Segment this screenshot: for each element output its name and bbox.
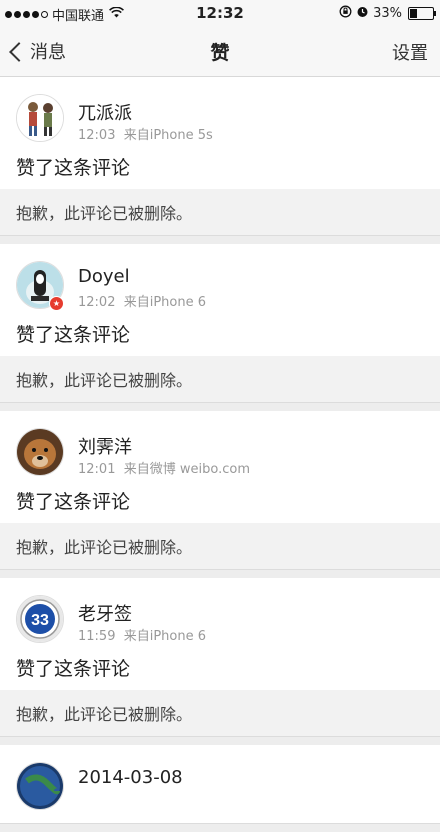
like-action-text: 赞了这条评论 xyxy=(16,491,131,513)
like-card[interactable]: ★ Doyel 12:02 来自iPhone 6 赞了这条评论 抱歉，此评论已被… xyxy=(0,244,440,403)
deleted-comment-quote[interactable]: 抱歉，此评论已被删除。 xyxy=(0,356,440,402)
like-action-text: 赞了这条评论 xyxy=(16,658,131,680)
user-name[interactable]: 兀派派 xyxy=(78,99,132,125)
card-header: 2014-03-08 xyxy=(0,745,440,823)
card-header: 兀派派 12:03 来自iPhone 5s xyxy=(0,77,440,155)
deleted-comment-quote[interactable]: 抱歉，此评论已被删除。 xyxy=(0,523,440,569)
post-meta: 12:03 来自iPhone 5s xyxy=(78,124,213,143)
status-right: 33% xyxy=(339,5,436,22)
post-meta: 11:59 来自iPhone 6 xyxy=(78,625,206,644)
post-time: 12:02 xyxy=(78,295,116,310)
alarm-icon xyxy=(356,5,369,22)
like-action-text: 赞了这条评论 xyxy=(16,324,131,346)
user-name[interactable]: 2014-03-08 xyxy=(78,767,183,788)
avatar[interactable] xyxy=(16,94,64,142)
likes-feed: 兀派派 12:03 来自iPhone 5s 赞了这条评论 抱歉，此评论已被删除。… xyxy=(0,77,440,832)
post-time: 11:59 xyxy=(78,629,116,644)
page-title: 赞 xyxy=(210,42,230,64)
user-name[interactable]: 老牙签 xyxy=(78,600,132,626)
card-header: ★ Doyel 12:02 来自iPhone 6 xyxy=(0,244,440,322)
svg-text:33: 33 xyxy=(31,612,49,629)
post-meta: 12:02 来自iPhone 6 xyxy=(78,291,206,310)
like-card[interactable]: 兀派派 12:03 来自iPhone 5s 赞了这条评论 抱歉，此评论已被删除。 xyxy=(0,77,440,236)
verified-badge-icon: ★ xyxy=(49,296,64,311)
post-time: 12:01 xyxy=(78,462,116,477)
like-card[interactable]: 33 老牙签 11:59 来自iPhone 6 赞了这条评论 抱歉，此评论已被删… xyxy=(0,578,440,737)
post-source: 来自iPhone 6 xyxy=(123,295,207,310)
post-meta: 12:01 来自微博 weibo.com xyxy=(78,458,250,477)
nav-bar: 消息 赞 设置 xyxy=(0,26,440,77)
post-source: 来自iPhone 6 xyxy=(123,629,207,644)
battery-icon xyxy=(408,7,436,20)
like-card[interactable]: 刘霁洋 12:01 来自微博 weibo.com 赞了这条评论 抱歉，此评论已被… xyxy=(0,411,440,570)
post-source: 来自iPhone 5s xyxy=(123,128,213,143)
avatar[interactable] xyxy=(16,762,64,810)
rotation-lock-icon xyxy=(339,5,352,22)
deleted-comment-quote[interactable]: 抱歉，此评论已被删除。 xyxy=(0,690,440,736)
avatar[interactable] xyxy=(16,428,64,476)
avatar[interactable]: 33 xyxy=(16,595,64,643)
status-bar: 中国联通 12:32 33% xyxy=(0,0,440,26)
like-action-text: 赞了这条评论 xyxy=(16,157,131,179)
card-header: 刘霁洋 12:01 来自微博 weibo.com xyxy=(0,411,440,489)
deleted-comment-quote[interactable]: 抱歉，此评论已被删除。 xyxy=(0,189,440,235)
user-name[interactable]: 刘霁洋 xyxy=(78,433,132,459)
card-header: 33 老牙签 11:59 来自iPhone 6 xyxy=(0,578,440,656)
post-source: 来自微博 weibo.com xyxy=(123,462,250,477)
settings-button[interactable]: 设置 xyxy=(392,39,428,65)
like-card[interactable]: 2014-03-08 xyxy=(0,745,440,824)
battery-label: 33% xyxy=(373,6,402,21)
user-name[interactable]: Doyel xyxy=(78,266,130,287)
post-time: 12:03 xyxy=(78,128,116,143)
